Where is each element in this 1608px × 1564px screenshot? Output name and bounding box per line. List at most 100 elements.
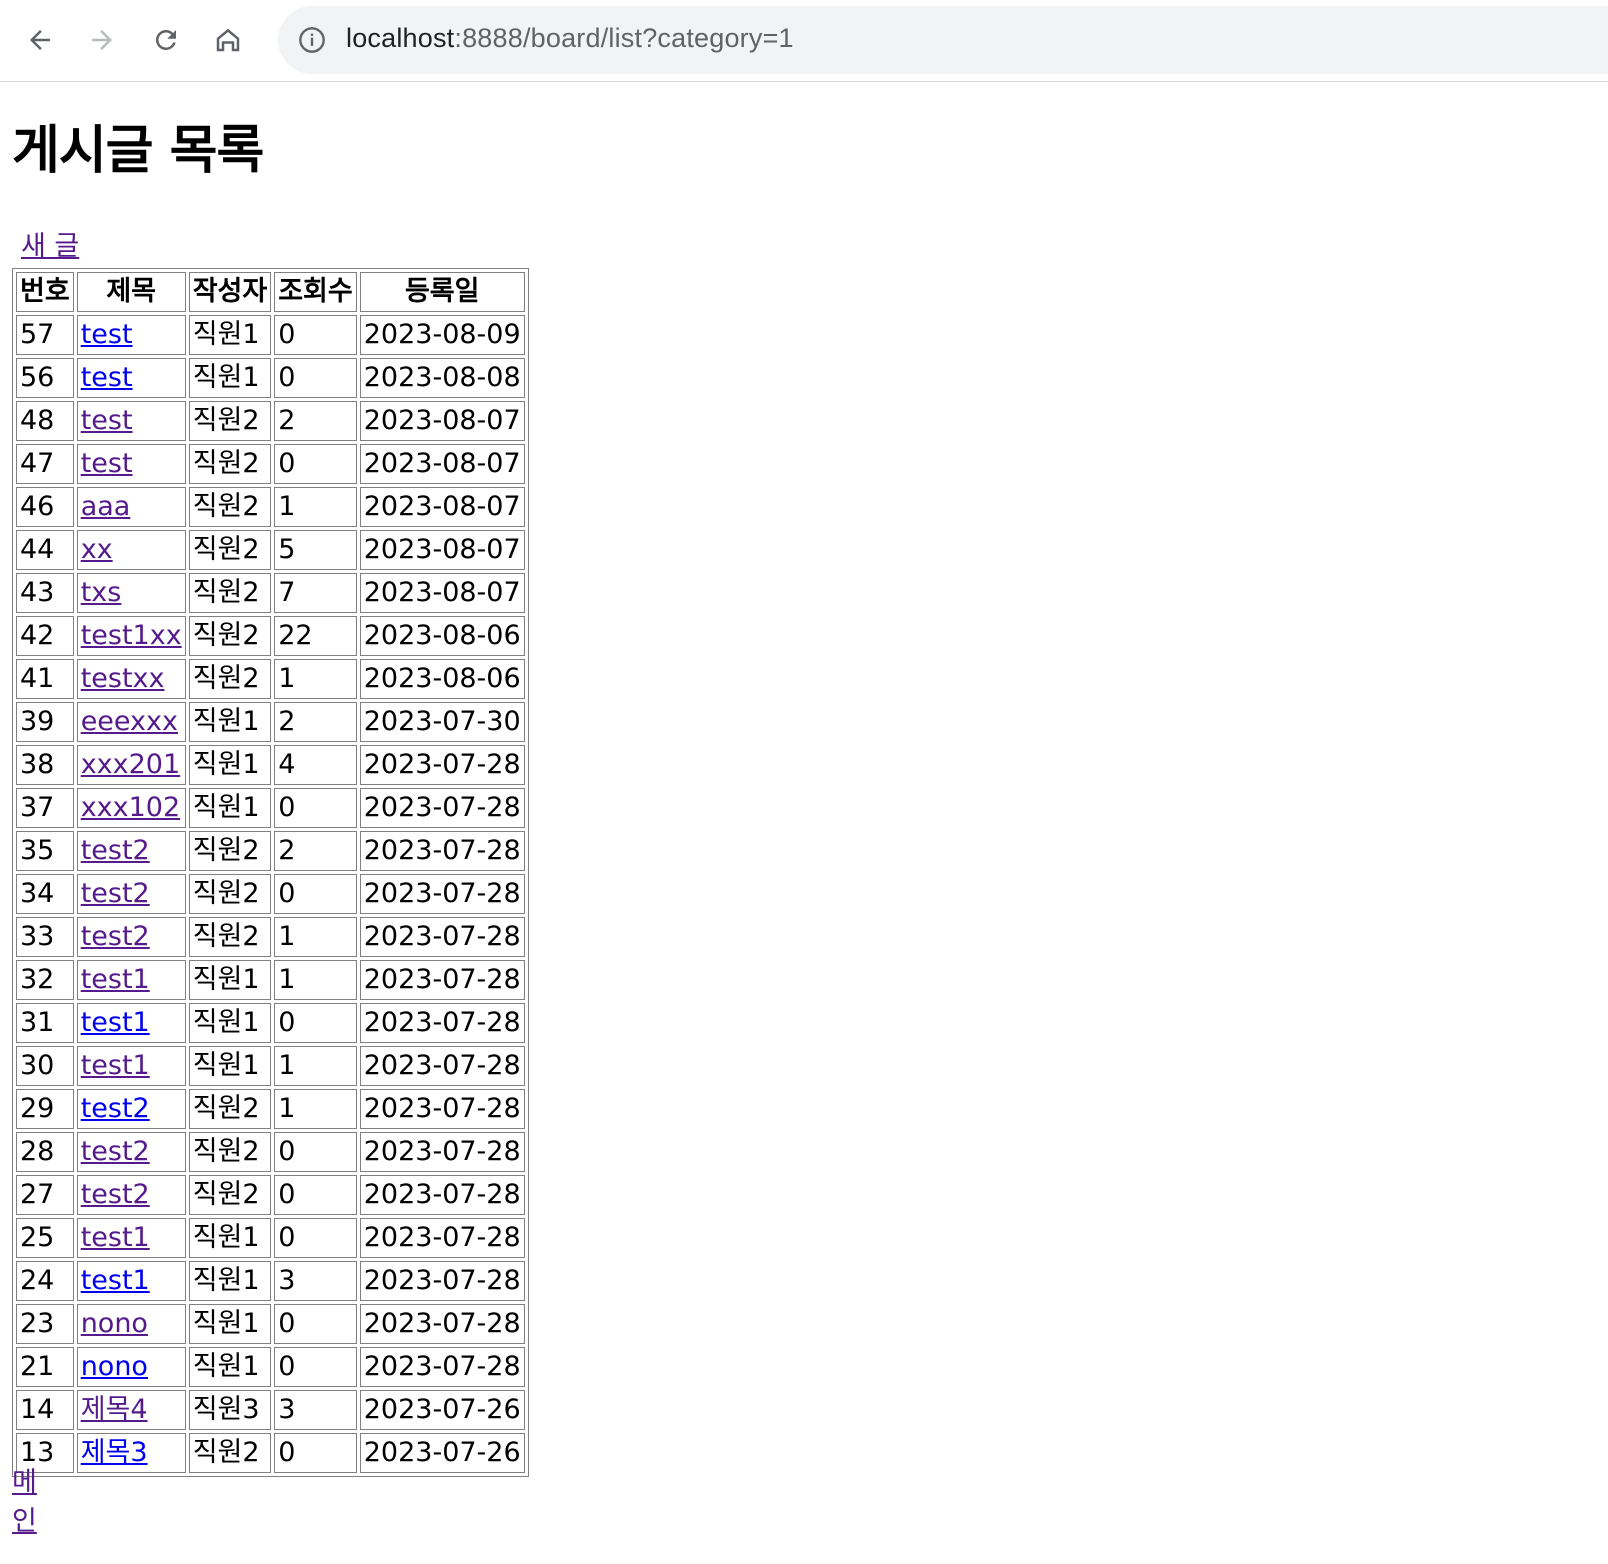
cell-views: 2 xyxy=(274,831,357,871)
cell-title: nono xyxy=(76,1304,186,1344)
cell-author: 직원2 xyxy=(188,616,272,656)
cell-title: aaa xyxy=(76,487,186,527)
table-header-row: 번호 제목 작성자 조회수 등록일 xyxy=(16,272,525,312)
cell-views: 0 xyxy=(274,1003,357,1043)
new-post-link[interactable]: 새 글 xyxy=(21,224,79,263)
cell-date: 2023-07-26 xyxy=(359,1390,525,1430)
cell-date: 2023-07-28 xyxy=(359,1046,525,1086)
post-title-link[interactable]: txs xyxy=(81,577,122,608)
cell-views: 2 xyxy=(274,702,357,742)
table-row: 57 test 직원1 0 2023-08-09 xyxy=(16,315,525,355)
cell-views: 0 xyxy=(274,1132,357,1172)
address-bar[interactable]: localhost:8888/board/list?category=1 xyxy=(278,6,1608,74)
post-title-link[interactable]: test xyxy=(81,448,133,479)
cell-author: 직원2 xyxy=(188,1089,272,1129)
cell-author: 직원1 xyxy=(188,745,272,785)
cell-title: test2 xyxy=(76,1175,186,1215)
cell-date: 2023-07-28 xyxy=(359,874,525,914)
url-text[interactable]: localhost:8888/board/list?category=1 xyxy=(346,23,794,54)
post-title-link[interactable]: nono xyxy=(81,1308,148,1339)
cell-views: 1 xyxy=(274,960,357,1000)
cell-author: 직원1 xyxy=(188,1218,272,1258)
cell-views: 0 xyxy=(274,1304,357,1344)
cell-date: 2023-08-06 xyxy=(359,659,525,699)
post-title-link[interactable]: test xyxy=(81,405,133,436)
cell-number: 28 xyxy=(16,1132,74,1172)
cell-date: 2023-07-28 xyxy=(359,1347,525,1387)
table-row: 29 test2 직원2 1 2023-07-28 xyxy=(16,1089,525,1129)
main-link[interactable]: 메인 xyxy=(12,1460,37,1538)
reload-button[interactable] xyxy=(144,18,188,62)
cell-author: 직원2 xyxy=(188,1175,272,1215)
post-title-link[interactable]: test1 xyxy=(81,964,150,995)
post-title-link[interactable]: test1 xyxy=(81,1265,150,1296)
cell-author: 직원1 xyxy=(188,788,272,828)
home-button[interactable] xyxy=(206,18,250,62)
table-row: 34 test2 직원2 0 2023-07-28 xyxy=(16,874,525,914)
back-button[interactable] xyxy=(18,18,62,62)
cell-author: 직원2 xyxy=(188,831,272,871)
post-title-link[interactable]: xx xyxy=(81,534,113,565)
info-icon[interactable] xyxy=(298,26,326,54)
post-title-link[interactable]: test1 xyxy=(81,1050,150,1081)
post-title-link[interactable]: test1 xyxy=(81,1007,150,1038)
cell-number: 57 xyxy=(16,315,74,355)
table-row: 44 xx 직원2 5 2023-08-07 xyxy=(16,530,525,570)
cell-date: 2023-07-28 xyxy=(359,1132,525,1172)
cell-number: 29 xyxy=(16,1089,74,1129)
header-number: 번호 xyxy=(16,272,74,312)
cell-number: 56 xyxy=(16,358,74,398)
cell-date: 2023-08-07 xyxy=(359,487,525,527)
cell-author: 직원2 xyxy=(188,401,272,441)
post-title-link[interactable]: nono xyxy=(81,1351,148,1382)
cell-date: 2023-07-28 xyxy=(359,960,525,1000)
post-title-link[interactable]: test2 xyxy=(81,878,150,909)
cell-date: 2023-07-28 xyxy=(359,788,525,828)
post-title-link[interactable]: test2 xyxy=(81,835,150,866)
cell-date: 2023-08-07 xyxy=(359,530,525,570)
post-title-link[interactable]: test2 xyxy=(81,1179,150,1210)
cell-date: 2023-07-30 xyxy=(359,702,525,742)
cell-author: 직원2 xyxy=(188,917,272,957)
cell-title: test xyxy=(76,444,186,484)
post-title-link[interactable]: test1 xyxy=(81,1222,150,1253)
post-title-link[interactable]: test xyxy=(81,362,133,393)
post-title-link[interactable]: test2 xyxy=(81,1093,150,1124)
cell-title: test2 xyxy=(76,874,186,914)
page-title: 게시글 목록 xyxy=(12,121,264,181)
table-row: 42 test1xx 직원2 22 2023-08-06 xyxy=(16,616,525,656)
table-row: 21 nono 직원1 0 2023-07-28 xyxy=(16,1347,525,1387)
cell-views: 1 xyxy=(274,917,357,957)
post-title-link[interactable]: test xyxy=(81,319,133,350)
post-title-link[interactable]: xxx201 xyxy=(81,749,180,780)
post-title-link[interactable]: 제목3 xyxy=(81,1437,148,1468)
cell-views: 0 xyxy=(274,788,357,828)
post-title-link[interactable]: eeexxx xyxy=(81,706,178,737)
cell-views: 0 xyxy=(274,315,357,355)
cell-date: 2023-08-07 xyxy=(359,401,525,441)
post-title-link[interactable]: xxx102 xyxy=(81,792,180,823)
cell-title: test1 xyxy=(76,960,186,1000)
cell-number: 27 xyxy=(16,1175,74,1215)
post-title-link[interactable]: test1xx xyxy=(81,620,182,651)
cell-number: 14 xyxy=(16,1390,74,1430)
cell-date: 2023-08-07 xyxy=(359,444,525,484)
post-title-link[interactable]: test2 xyxy=(81,921,150,952)
cell-views: 1 xyxy=(274,1046,357,1086)
table-row: 43 txs 직원2 7 2023-08-07 xyxy=(16,573,525,613)
forward-button[interactable] xyxy=(80,18,124,62)
cell-date: 2023-07-28 xyxy=(359,1218,525,1258)
cell-title: test1xx xyxy=(76,616,186,656)
post-title-link[interactable]: test2 xyxy=(81,1136,150,1167)
cell-title: test1 xyxy=(76,1003,186,1043)
post-title-link[interactable]: 제목4 xyxy=(81,1394,148,1425)
cell-number: 43 xyxy=(16,573,74,613)
post-title-link[interactable]: aaa xyxy=(81,491,131,522)
table-row: 38 xxx201 직원1 4 2023-07-28 xyxy=(16,745,525,785)
cell-author: 직원2 xyxy=(188,659,272,699)
table-row: 39 eeexxx 직원1 2 2023-07-30 xyxy=(16,702,525,742)
cell-date: 2023-07-28 xyxy=(359,831,525,871)
cell-title: xx xyxy=(76,530,186,570)
post-title-link[interactable]: testxx xyxy=(81,663,165,694)
cell-author: 직원1 xyxy=(188,702,272,742)
